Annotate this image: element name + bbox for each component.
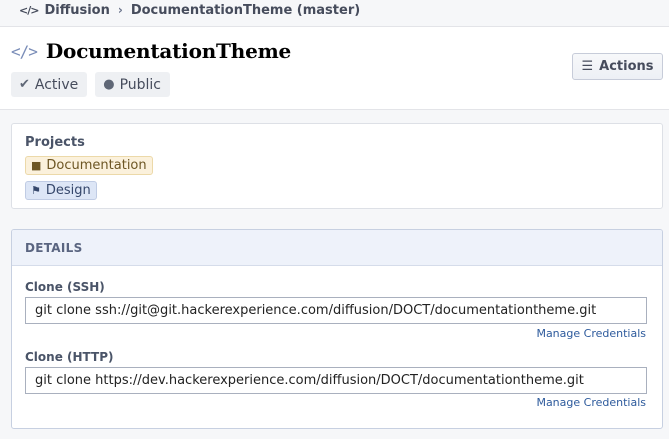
manage-credentials-http-link[interactable]: Manage Credentials: [536, 396, 646, 409]
code-icon: </>: [11, 41, 38, 61]
page-title: DocumentationTheme: [45, 39, 292, 63]
clone-http-label: Clone (HTTP): [25, 350, 114, 364]
status-badge-label: Active: [34, 76, 79, 93]
details-panel: DETAILS Clone (SSH) Manage Credentials C…: [11, 229, 663, 429]
menu-icon: ☰: [581, 59, 594, 74]
projects-panel: Projects ■ Documentation ⚑ Design: [11, 123, 663, 209]
visibility-badge-label: Public: [119, 76, 161, 93]
flag-icon: ⚑: [31, 184, 41, 197]
check-icon: ✔: [19, 77, 30, 92]
clone-http-field[interactable]: [25, 367, 647, 394]
status-tags: ✔ Active ● Public: [11, 72, 170, 97]
briefcase-icon: ■: [31, 159, 42, 172]
chevron-right-icon: ›: [117, 3, 123, 17]
manage-credentials-ssh-link[interactable]: Manage Credentials: [536, 327, 646, 340]
breadcrumb-repository[interactable]: DocumentationTheme (master): [131, 3, 360, 18]
clone-ssh-field[interactable]: [25, 297, 647, 324]
project-tag-documentation[interactable]: ■ Documentation: [25, 156, 153, 175]
breadcrumb-diffusion[interactable]: Diffusion: [44, 3, 109, 18]
actions-button[interactable]: ☰ Actions: [572, 53, 663, 80]
actions-button-label: Actions: [599, 59, 654, 74]
details-heading: DETAILS: [12, 230, 662, 266]
page-header: </> DocumentationTheme ✔ Active ● Public…: [0, 26, 669, 110]
globe-icon: ●: [103, 77, 115, 92]
visibility-badge-public: ● Public: [95, 72, 170, 97]
breadcrumb: </> Diffusion › DocumentationTheme (mast…: [0, 0, 669, 20]
status-badge-active: ✔ Active: [11, 72, 88, 97]
title-row: </> DocumentationTheme: [11, 39, 291, 63]
clone-ssh-label: Clone (SSH): [25, 280, 105, 294]
code-icon: </>: [19, 3, 39, 17]
project-tag-label: Documentation: [46, 158, 147, 173]
project-tag-design[interactable]: ⚑ Design: [25, 181, 97, 200]
projects-label: Projects: [25, 135, 85, 150]
project-tag-label: Design: [45, 183, 91, 198]
